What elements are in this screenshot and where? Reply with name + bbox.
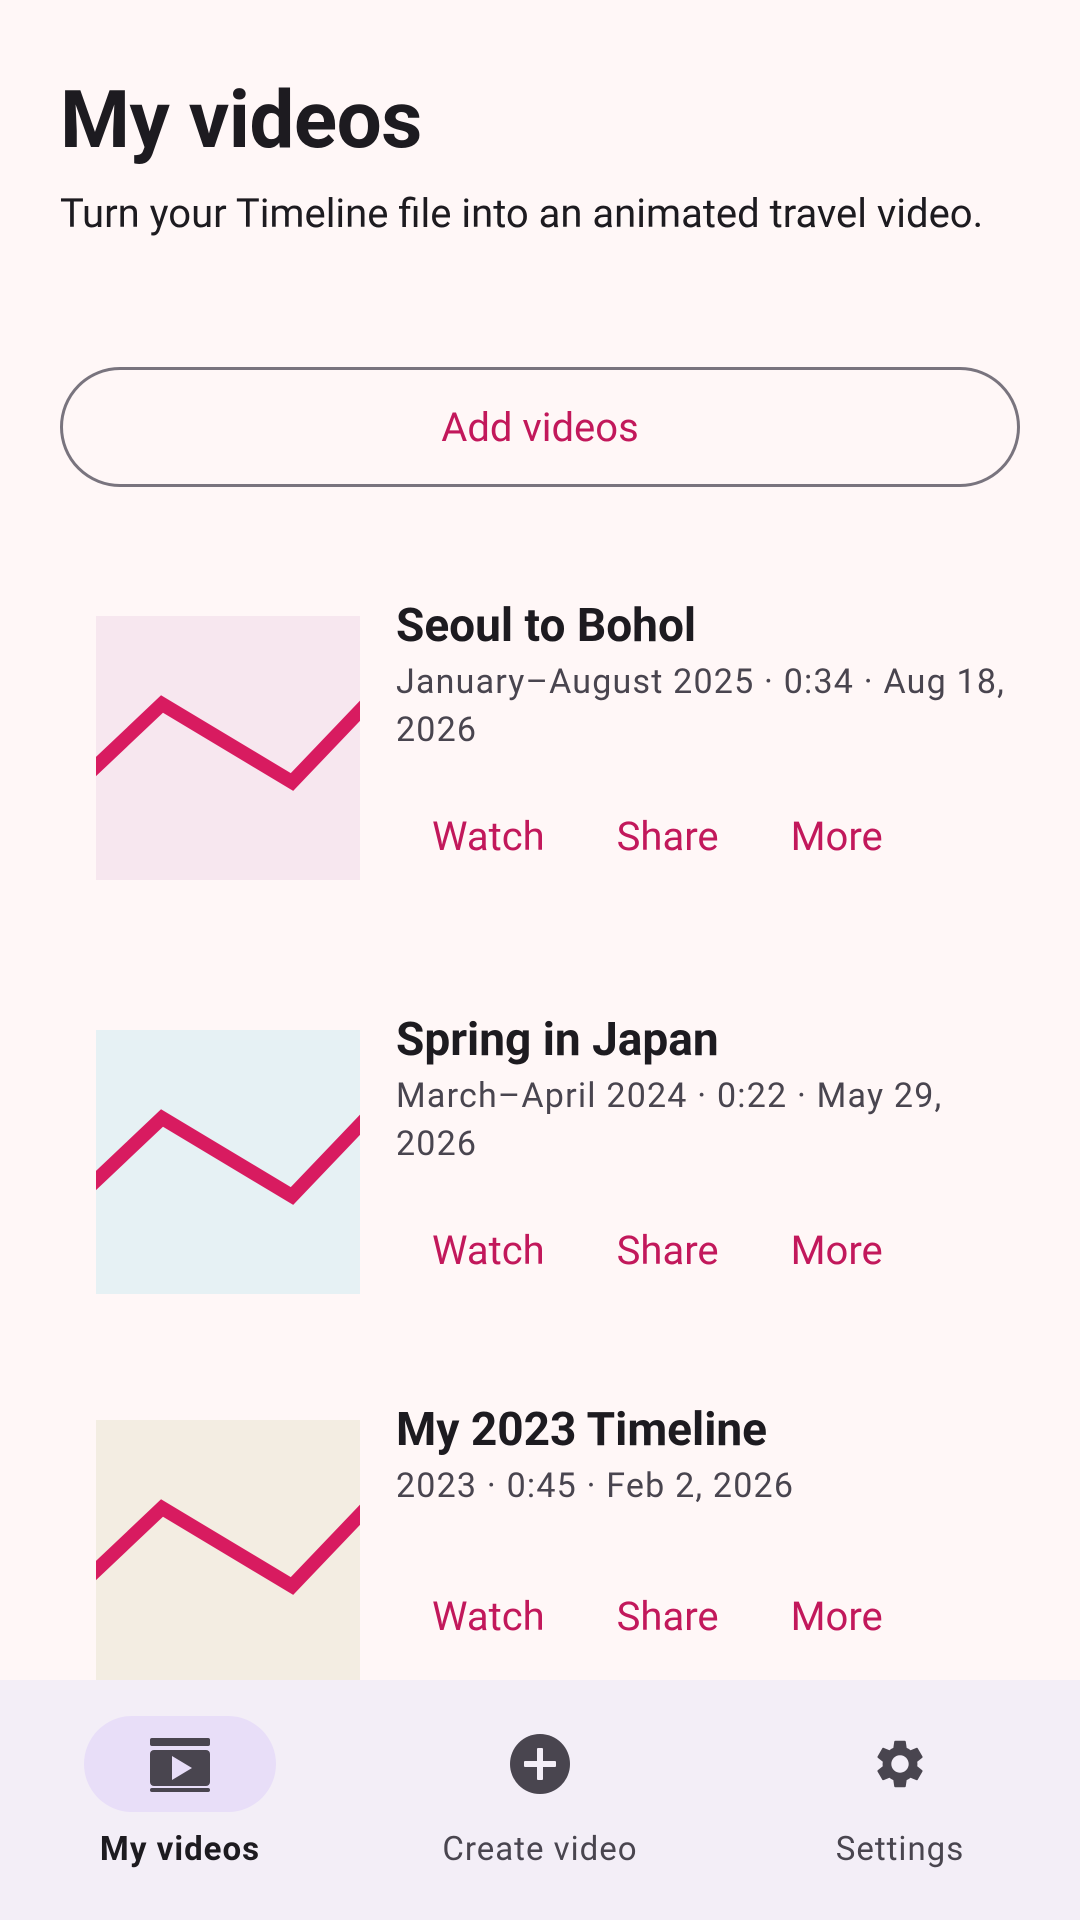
nav-icon-container <box>444 1716 636 1812</box>
route-line-icon <box>96 1109 360 1205</box>
nav-item-create-video[interactable]: Create video <box>360 1680 720 1920</box>
nav-label: My videos <box>99 1830 261 1869</box>
nav-item-my-videos[interactable]: My videos <box>0 1680 360 1920</box>
nav-active-indicator <box>84 1716 276 1812</box>
more-button[interactable]: More <box>755 1568 919 1664</box>
video-actions: Watch Share More <box>396 788 919 884</box>
watch-button[interactable]: Watch <box>396 1568 581 1664</box>
video-card: Spring in Japan March–April 2024 · 0:22 … <box>0 1013 1080 1330</box>
video-thumbnail[interactable] <box>96 616 360 880</box>
nav-label: Settings <box>835 1830 965 1869</box>
video-meta: January–August 2025 · 0:34 · Aug 18, 202… <box>396 662 1006 750</box>
video-meta: March–April 2024 · 0:22 · May 29, 2026 <box>396 1076 943 1164</box>
nav-icon-container <box>804 1716 996 1812</box>
watch-button[interactable]: Watch <box>396 788 581 884</box>
route-line-icon <box>96 1499 360 1595</box>
video-actions: Watch Share More <box>396 1568 919 1664</box>
page-subtitle: Turn your Timeline file into an animated… <box>60 190 984 237</box>
video-actions: Watch Share More <box>396 1202 919 1298</box>
add-videos-button[interactable]: Add videos <box>60 367 1020 487</box>
nav-item-settings[interactable]: Settings <box>720 1680 1080 1920</box>
route-line-icon <box>96 695 360 791</box>
watch-button[interactable]: Watch <box>396 1202 581 1298</box>
video-card: My 2023 Timeline 2023 · 0:45 · Feb 2, 20… <box>0 1403 1080 1720</box>
video-title: Spring in Japan <box>396 1013 719 1067</box>
my-videos-screen: My videos Turn your Timeline file into a… <box>0 0 1080 1920</box>
video-title: My 2023 Timeline <box>396 1403 767 1457</box>
add-circle-icon <box>510 1734 570 1794</box>
video-card: Seoul to Bohol January–August 2025 · 0:3… <box>0 599 1080 916</box>
bottom-navigation: My videos Create video Settings <box>0 1680 1080 1920</box>
more-button[interactable]: More <box>755 1202 919 1298</box>
share-button[interactable]: Share <box>581 788 755 884</box>
video-thumbnail[interactable] <box>96 1420 360 1684</box>
gear-icon <box>877 1740 923 1788</box>
more-button[interactable]: More <box>755 788 919 884</box>
nav-label: Create video <box>442 1830 638 1869</box>
share-button[interactable]: Share <box>581 1202 755 1298</box>
video-thumbnail[interactable] <box>96 1030 360 1294</box>
video-library-icon <box>150 1738 210 1792</box>
video-meta: 2023 · 0:45 · Feb 2, 2026 <box>396 1466 795 1506</box>
page-title: My videos <box>60 73 422 167</box>
share-button[interactable]: Share <box>581 1568 755 1664</box>
video-title: Seoul to Bohol <box>396 599 697 653</box>
